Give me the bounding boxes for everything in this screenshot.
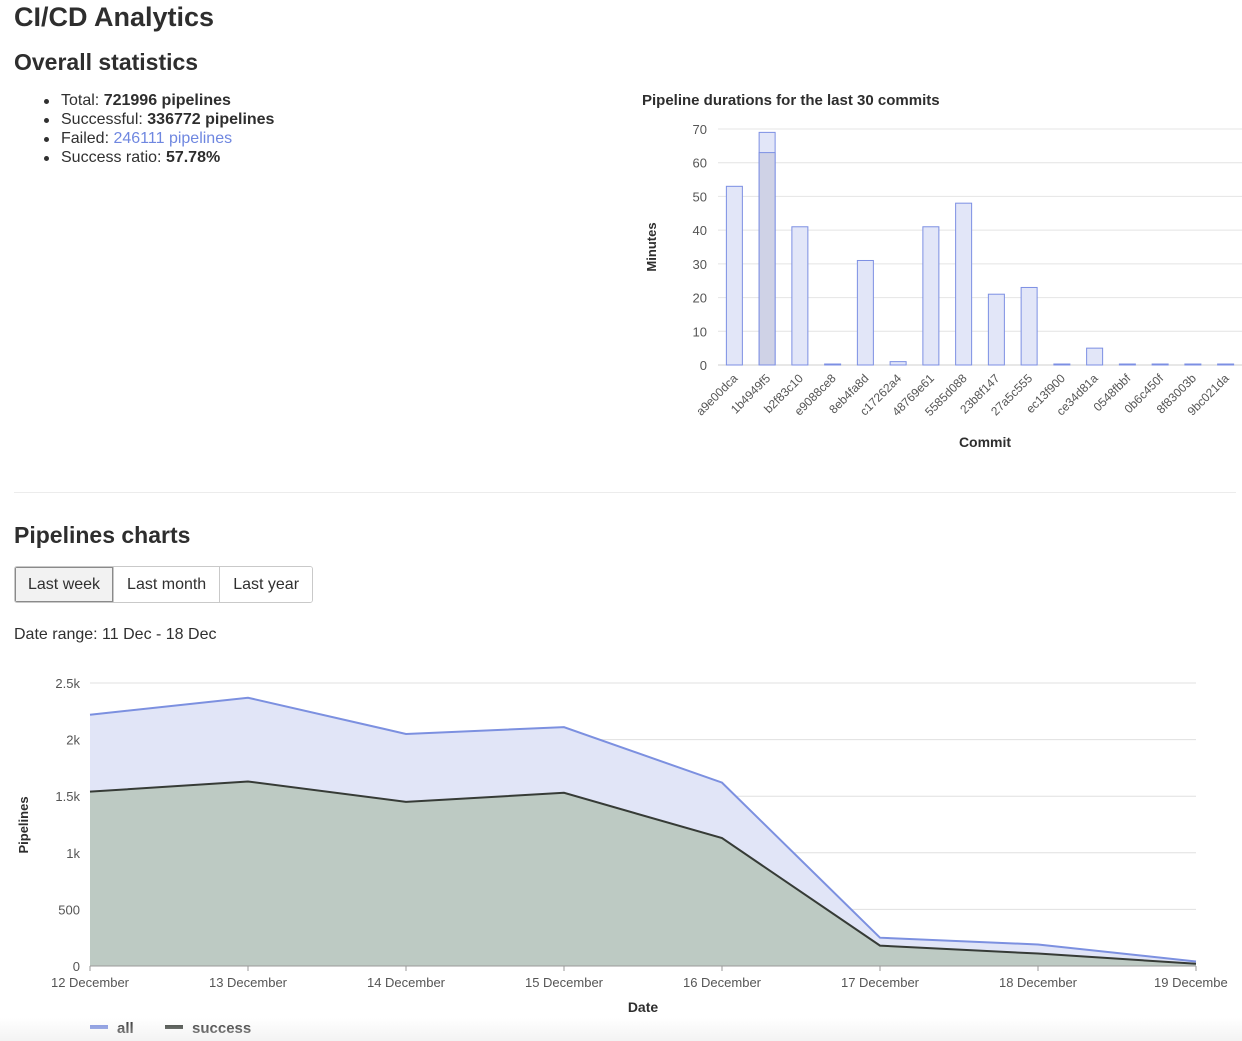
area-x-tick-label: 14 December xyxy=(367,975,446,990)
area-x-tick-label: 18 December xyxy=(999,975,1078,990)
pipelines-area-chart: 0 500 1k 1.5k 2k 2.5k 12 December 13 December 14… xyxy=(16,676,1228,1037)
area-x-tick-label: 12 December xyxy=(51,975,130,990)
area-x-tick-label: 15 December xyxy=(525,975,604,990)
legend-all-label: all xyxy=(117,1020,134,1037)
area-y-tick-label: 2k xyxy=(66,733,80,748)
area-x-tick-label: 19 Decembe xyxy=(1154,975,1228,990)
area-x-tick-label: 16 December xyxy=(683,975,762,990)
area-y-tick-label: 0 xyxy=(73,959,80,974)
page: CI/CD Analytics Overall statistics Total… xyxy=(0,0,1242,1041)
area-x-axis-label: Date xyxy=(628,999,659,1015)
legend-success-label: success xyxy=(192,1020,251,1037)
area-y-axis-label: Pipelines xyxy=(16,796,31,853)
area-x-tick-label: 13 December xyxy=(209,975,288,990)
area-x-tick-label: 17 December xyxy=(841,975,920,990)
area-y-tick-label: 2.5k xyxy=(55,676,80,691)
area-y-tick-label: 1.5k xyxy=(55,789,80,804)
area-y-tick-label: 500 xyxy=(58,902,80,917)
area-y-tick-label: 1k xyxy=(66,846,80,861)
